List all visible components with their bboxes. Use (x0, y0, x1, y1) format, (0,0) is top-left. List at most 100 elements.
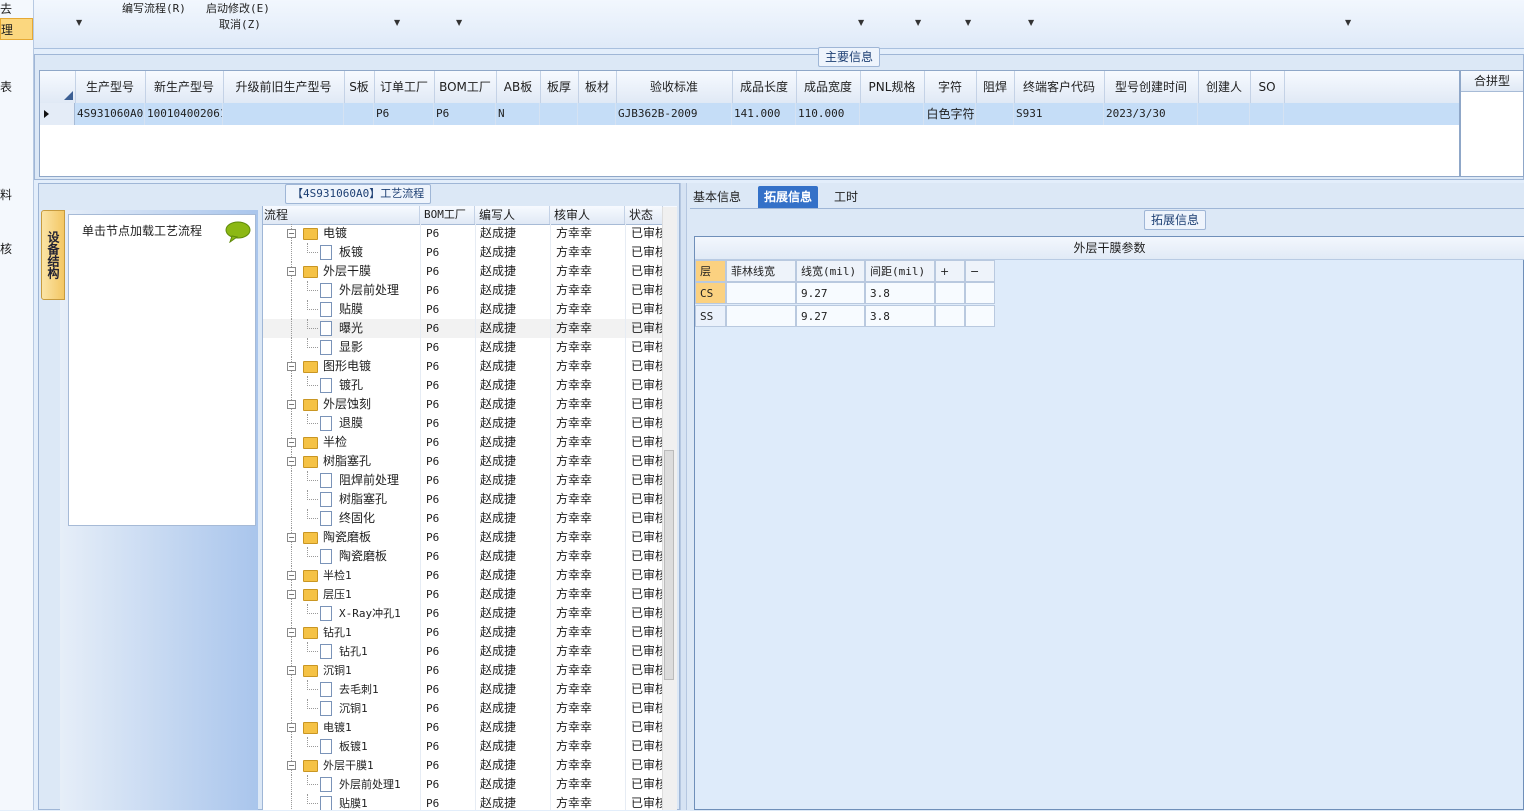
collapse-toggle-icon[interactable]: − (287, 723, 296, 732)
tree-row[interactable]: − 半检 P6 赵成捷 方幸幸 已审核 (263, 433, 663, 452)
grid-col-header[interactable]: 创建人 (1198, 71, 1251, 103)
collapse-toggle-icon[interactable]: − (287, 438, 296, 447)
film-col-header[interactable]: 间距(mil) (865, 260, 935, 282)
tab-extended-info[interactable]: 拓展信息 (758, 186, 819, 208)
film-cell[interactable] (935, 305, 965, 327)
tab-basic-info[interactable]: 基本信息 (687, 186, 747, 208)
tree-row[interactable]: 退膜 P6 赵成捷 方幸幸 已审核 (263, 414, 663, 433)
collapse-toggle-icon[interactable]: − (287, 590, 296, 599)
collapse-toggle-icon[interactable]: − (287, 457, 296, 466)
remove-column-button[interactable]: − (965, 260, 995, 282)
left-nav-item[interactable]: 去 (0, 0, 12, 17)
grid-col-header[interactable]: 阻焊 (976, 71, 1015, 103)
grid-corner[interactable] (40, 71, 76, 103)
grid-cell[interactable]: S931 (1014, 103, 1104, 125)
grid-cell[interactable] (1198, 103, 1250, 125)
tree-row[interactable]: − 电镀 P6 赵成捷 方幸幸 已审核 (263, 224, 663, 243)
grid-col-header[interactable]: 板材 (578, 71, 617, 103)
film-col-header[interactable]: 层 (695, 260, 726, 282)
cancel-button[interactable]: 取消(Z) (219, 16, 261, 32)
write-flow-button[interactable]: 编写流程(R) (122, 0, 186, 16)
tree-row[interactable]: X-Ray冲孔1 P6 赵成捷 方幸幸 已审核 (263, 604, 663, 623)
tree-col-bom[interactable]: BOM工厂 (420, 206, 475, 224)
grid-cell[interactable] (540, 103, 578, 125)
film-col-header[interactable]: 菲林线宽 (726, 260, 796, 282)
tree-row[interactable]: 外层前处理 P6 赵成捷 方幸幸 已审核 (263, 281, 663, 300)
tree-row[interactable]: − 外层蚀刻 P6 赵成捷 方幸幸 已审核 (263, 395, 663, 414)
tree-row[interactable]: 树脂塞孔 P6 赵成捷 方幸幸 已审核 (263, 490, 663, 509)
tree-col-writer[interactable]: 编写人 (475, 206, 550, 224)
film-cell[interactable] (726, 282, 796, 304)
grid-col-header[interactable]: 订单工厂 (374, 71, 435, 103)
grid-col-header[interactable]: 板厚 (540, 71, 579, 103)
collapse-toggle-icon[interactable]: − (287, 666, 296, 675)
film-cell[interactable] (726, 305, 796, 327)
grid-cell[interactable]: P6 (374, 103, 434, 125)
tab-work-hours[interactable]: 工时 (828, 186, 864, 208)
grid-cell[interactable]: 10010400206160 (145, 103, 223, 125)
dropdown-arrow-icon[interactable]: ▼ (76, 18, 82, 27)
tree-row[interactable]: − 外层干膜1 P6 赵成捷 方幸幸 已审核 (263, 756, 663, 775)
tree-row[interactable]: 曝光 P6 赵成捷 方幸幸 已审核 (263, 319, 663, 338)
tree-scroll-thumb[interactable] (664, 450, 674, 680)
panel-splitter[interactable] (680, 183, 687, 810)
tree-row[interactable]: 沉铜1 P6 赵成捷 方幸幸 已审核 (263, 699, 663, 718)
grid-col-header[interactable]: PNL规格 (860, 71, 925, 103)
dropdown-arrow-icon[interactable]: ▼ (915, 18, 921, 27)
left-nav-item-selected[interactable]: 理 (0, 18, 33, 40)
tree-col-status[interactable]: 状态 (625, 206, 663, 224)
film-cell[interactable]: 3.8 (865, 282, 935, 304)
left-nav-item[interactable]: 料 (0, 186, 12, 203)
tree-row[interactable]: 贴膜1 P6 赵成捷 方幸幸 已审核 (263, 794, 663, 810)
tree-row[interactable]: 外层前处理1 P6 赵成捷 方幸幸 已审核 (263, 775, 663, 794)
start-modify-button[interactable]: 启动修改(E) (206, 0, 270, 16)
collapse-toggle-icon[interactable]: − (287, 229, 296, 238)
film-layer-cell[interactable]: SS (695, 305, 726, 327)
device-structure-tab[interactable]: 设备结构 (41, 210, 65, 300)
dropdown-arrow-icon[interactable]: ▼ (394, 18, 400, 27)
tree-row[interactable]: − 图形电镀 P6 赵成捷 方幸幸 已审核 (263, 357, 663, 376)
tree-row[interactable]: − 沉铜1 P6 赵成捷 方幸幸 已审核 (263, 661, 663, 680)
dropdown-arrow-icon[interactable]: ▼ (1028, 18, 1034, 27)
tree-row[interactable]: 阻焊前处理 P6 赵成捷 方幸幸 已审核 (263, 471, 663, 490)
dropdown-arrow-icon[interactable]: ▼ (965, 18, 971, 27)
collapse-toggle-icon[interactable]: − (287, 267, 296, 276)
film-cell[interactable]: 3.8 (865, 305, 935, 327)
grid-col-header[interactable]: 验收标准 (616, 71, 733, 103)
dropdown-arrow-icon[interactable]: ▼ (456, 18, 462, 27)
tree-row[interactable]: − 层压1 P6 赵成捷 方幸幸 已审核 (263, 585, 663, 604)
tree-row[interactable]: 镀孔 P6 赵成捷 方幸幸 已审核 (263, 376, 663, 395)
tree-row[interactable]: 终固化 P6 赵成捷 方幸幸 已审核 (263, 509, 663, 528)
tree-row[interactable]: 板镀 P6 赵成捷 方幸幸 已审核 (263, 243, 663, 262)
collapse-toggle-icon[interactable]: − (287, 571, 296, 580)
grid-col-header[interactable]: SO (1250, 71, 1285, 103)
grid-cell[interactable] (344, 103, 374, 125)
grid-cell[interactable] (860, 103, 924, 125)
grid-cell[interactable] (578, 103, 616, 125)
grid-col-header[interactable]: 型号创建时间 (1104, 71, 1199, 103)
collapse-toggle-icon[interactable]: − (287, 533, 296, 542)
tree-row[interactable]: − 树脂塞孔 P6 赵成捷 方幸幸 已审核 (263, 452, 663, 471)
grid-col-header[interactable]: 升级前旧生产型号 (223, 71, 345, 103)
grid-cell[interactable]: 2023/3/30 (1104, 103, 1198, 125)
dropdown-arrow-icon[interactable]: ▼ (1345, 18, 1351, 27)
grid-data-row[interactable]: 4S931060A010010400206160P6P6NGJB362B-200… (40, 103, 1459, 125)
grid-cell[interactable]: 110.000 (796, 103, 860, 125)
grid-col-header[interactable]: 成品长度 (732, 71, 797, 103)
grid-col-header[interactable]: BOM工厂 (434, 71, 497, 103)
merge-header[interactable]: 合拼型 (1461, 71, 1523, 92)
film-cell[interactable] (965, 305, 995, 327)
collapse-toggle-icon[interactable]: − (287, 362, 296, 371)
grid-cell[interactable] (1250, 103, 1284, 125)
tree-col-flow[interactable]: 流程 (263, 206, 420, 224)
grid-cell[interactable]: N (496, 103, 540, 125)
tree-row[interactable]: − 电镀1 P6 赵成捷 方幸幸 已审核 (263, 718, 663, 737)
tree-row[interactable]: − 外层干膜 P6 赵成捷 方幸幸 已审核 (263, 262, 663, 281)
left-nav-item[interactable]: 核 (0, 240, 12, 257)
tree-row[interactable]: − 陶瓷磨板 P6 赵成捷 方幸幸 已审核 (263, 528, 663, 547)
tree-row[interactable]: − 钻孔1 P6 赵成捷 方幸幸 已审核 (263, 623, 663, 642)
tree-row[interactable]: 去毛刺1 P6 赵成捷 方幸幸 已审核 (263, 680, 663, 699)
grid-col-header[interactable]: 成品宽度 (796, 71, 861, 103)
film-col-header[interactable]: 线宽(mil) (796, 260, 865, 282)
film-cell[interactable]: 9.27 (796, 282, 865, 304)
